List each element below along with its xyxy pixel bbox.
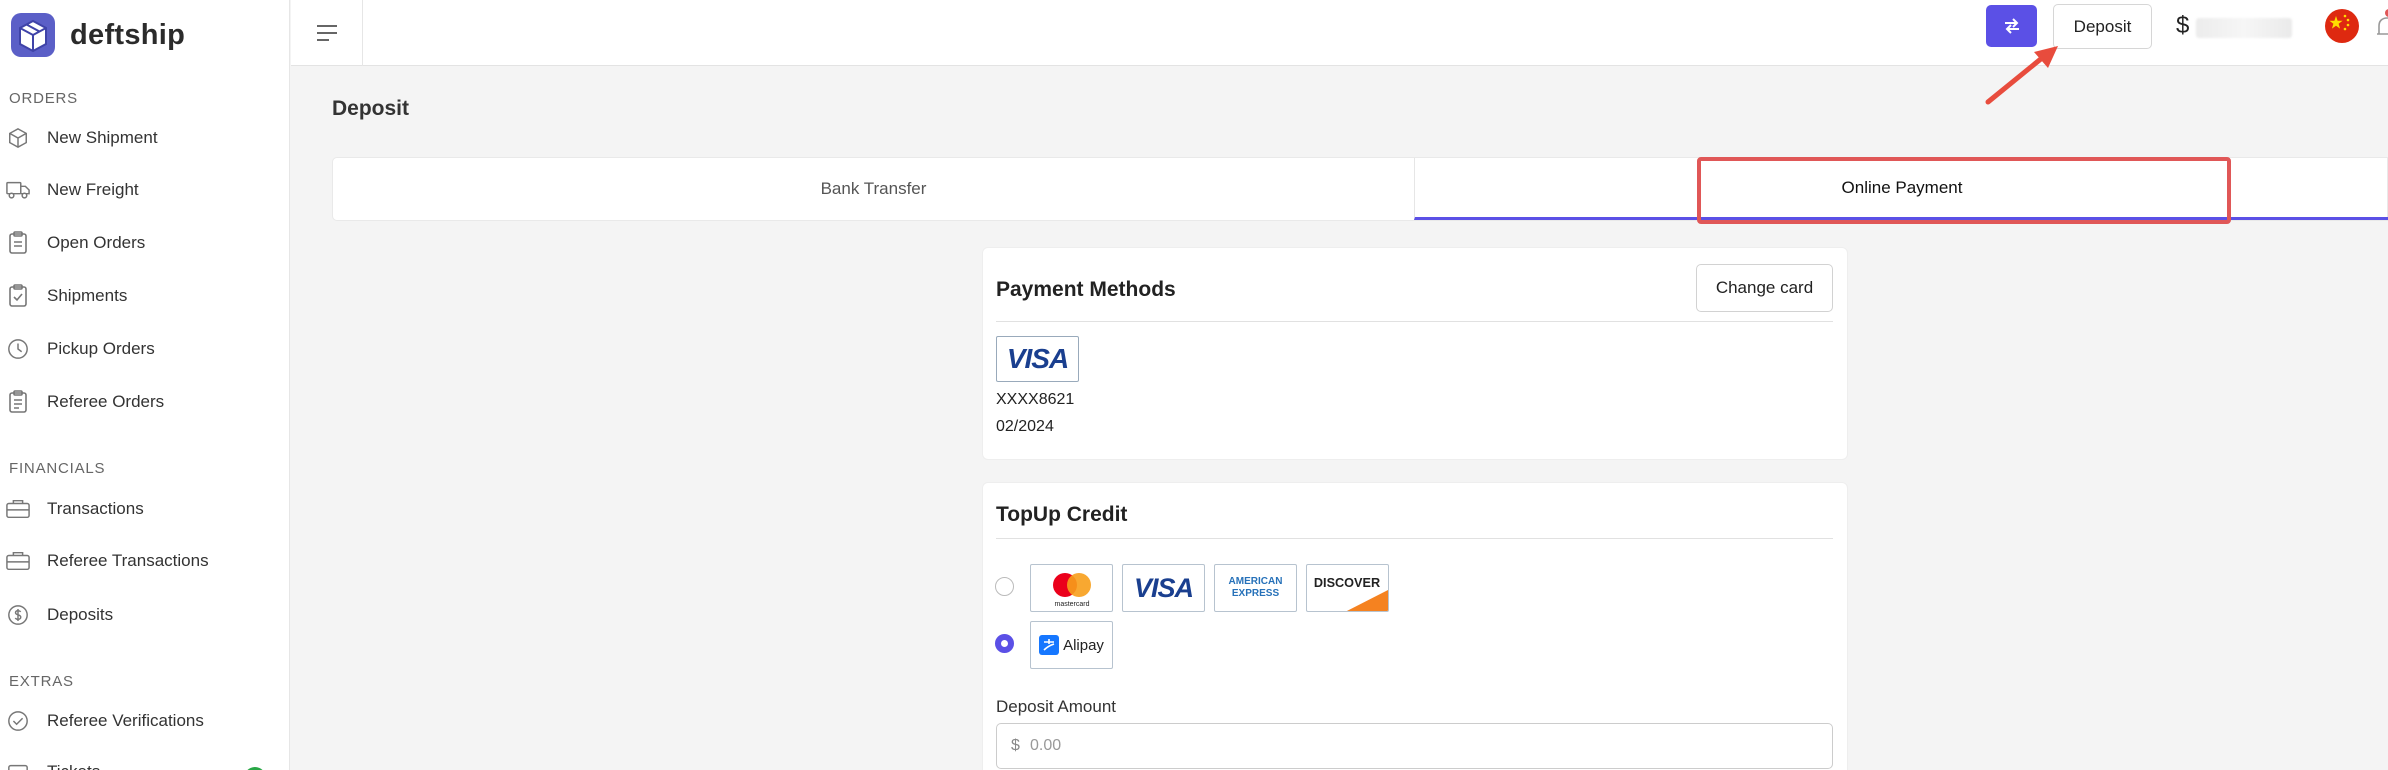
visa-logo-text: VISA bbox=[1133, 572, 1194, 603]
clipboard-icon bbox=[6, 231, 30, 255]
topup-credit-card: TopUp Credit mastercard VISA AMERICAN EX… bbox=[982, 482, 1848, 770]
sidebar-item-pickup-orders[interactable]: Pickup Orders bbox=[6, 329, 276, 369]
annotation-arrow bbox=[1985, 46, 2058, 105]
sidebar-item-transactions[interactable]: Transactions bbox=[6, 489, 276, 529]
card-number: XXXX8621 bbox=[996, 391, 1075, 408]
topbar: Deposit $ bbox=[291, 0, 2388, 66]
sidebar-item-referee-verifications[interactable]: Referee Verifications bbox=[6, 701, 276, 741]
section-title-orders: ORDERS bbox=[9, 90, 78, 107]
sidebar-item-new-shipment[interactable]: New Shipment bbox=[6, 118, 276, 158]
sidebar-item-label: Transactions bbox=[47, 499, 144, 518]
payment-methods-title: Payment Methods bbox=[996, 278, 1176, 301]
alipay-icon bbox=[1039, 635, 1060, 655]
bell-icon[interactable] bbox=[2375, 8, 2388, 42]
topup-credit-title: TopUp Credit bbox=[996, 503, 1128, 526]
change-card-button[interactable]: Change card bbox=[1696, 264, 1833, 312]
section-title-extras: EXTRAS bbox=[9, 673, 74, 690]
divider bbox=[996, 538, 1833, 539]
sidebar-item-label: New Freight bbox=[47, 180, 139, 199]
menu-toggle-button[interactable] bbox=[291, 0, 363, 66]
sidebar-item-label: Shipments bbox=[47, 286, 128, 305]
truck-icon bbox=[6, 178, 30, 202]
mastercard-text: mastercard bbox=[1054, 601, 1089, 608]
amex-logo-text-line2: EXPRESS bbox=[1231, 588, 1280, 599]
alipay-logo-text: Alipay bbox=[1063, 636, 1104, 654]
alipay-radio[interactable] bbox=[995, 634, 1014, 653]
american-express-logo: AMERICAN EXPRESS bbox=[1214, 564, 1297, 612]
clipboard-check-icon bbox=[6, 284, 30, 308]
sidebar: deftship ORDERS New Shipment New Freight… bbox=[0, 0, 290, 770]
balance-amount-redacted bbox=[2196, 18, 2292, 38]
mastercard-logo: mastercard bbox=[1030, 564, 1113, 612]
visa-logo-text: VISA bbox=[1006, 343, 1069, 374]
discover-logo: DISCOVER bbox=[1306, 564, 1389, 612]
check-circle-icon bbox=[6, 709, 30, 733]
sidebar-item-deposits[interactable]: Deposits bbox=[6, 595, 276, 635]
sidebar-item-new-freight[interactable]: New Freight bbox=[6, 170, 276, 210]
amount-currency-prefix: $ bbox=[1011, 737, 1020, 754]
alipay-logo: Alipay bbox=[1030, 621, 1113, 669]
china-flag-icon[interactable] bbox=[2325, 9, 2359, 43]
discover-text: DISCOVER bbox=[1314, 576, 1380, 590]
card-expiry: 02/2024 bbox=[996, 418, 1054, 435]
swap-arrows-icon bbox=[2004, 18, 2019, 34]
sidebar-item-label: Referee Verifications bbox=[47, 711, 204, 730]
page-title: Deposit bbox=[332, 97, 410, 120]
divider bbox=[996, 321, 1833, 322]
sidebar-item-open-orders[interactable]: Open Orders bbox=[6, 223, 276, 263]
brand-name: deftship bbox=[70, 18, 186, 51]
deposit-amount-label: Deposit Amount bbox=[996, 697, 1117, 716]
tab-bank-transfer[interactable]: Bank Transfer bbox=[333, 158, 1414, 220]
amex-logo-text-line1: AMERICAN bbox=[1228, 576, 1283, 587]
sidebar-item-label: New Shipment bbox=[47, 128, 158, 147]
sidebar-item-label: Pickup Orders bbox=[47, 339, 155, 358]
discover-icon: DISCOVER bbox=[1314, 576, 1388, 611]
sidebar-item-shipments[interactable]: Shipments bbox=[6, 276, 276, 316]
balance-currency-symbol: $ bbox=[2176, 12, 2190, 39]
sidebar-item-label: Referee Orders bbox=[47, 392, 165, 411]
deftship-logo-icon bbox=[11, 13, 55, 57]
hamburger-menu-icon bbox=[316, 25, 337, 41]
deposit-method-tabs: Bank Transfer Online Payment bbox=[332, 157, 2388, 221]
visa-card-logo: VISA bbox=[996, 336, 1079, 382]
clipboard-list-icon bbox=[6, 390, 30, 414]
payment-methods-card: Payment Methods Change card VISA XXXX862… bbox=[982, 247, 1848, 460]
wallet-icon bbox=[6, 497, 30, 521]
sidebar-item-label: Referee Transactions bbox=[47, 551, 209, 570]
sidebar-item-label: Deposits bbox=[47, 605, 114, 624]
sidebar-item-tickets[interactable]: Tickets bbox=[6, 752, 276, 770]
tab-online-payment[interactable]: Online Payment bbox=[1414, 158, 2388, 220]
clock-icon bbox=[6, 337, 30, 361]
deposit-amount-field[interactable]: $ bbox=[996, 723, 1833, 769]
sidebar-item-label: Tickets bbox=[47, 762, 100, 770]
box-icon bbox=[6, 126, 30, 150]
ticket-icon bbox=[6, 760, 30, 770]
card-payment-radio[interactable] bbox=[995, 577, 1014, 596]
dollar-circle-icon bbox=[6, 603, 30, 627]
section-title-financials: FINANCIALS bbox=[9, 460, 106, 477]
wallet-icon bbox=[6, 549, 30, 573]
deposit-amount-input[interactable] bbox=[1030, 725, 1820, 767]
sidebar-item-referee-transactions[interactable]: Referee Transactions bbox=[6, 541, 276, 581]
sidebar-item-referee-orders[interactable]: Referee Orders bbox=[6, 382, 276, 422]
sidebar-item-label: Open Orders bbox=[47, 233, 146, 252]
mastercard-icon: mastercard bbox=[1052, 573, 1091, 608]
visa-logo: VISA bbox=[1122, 564, 1205, 612]
brand[interactable]: deftship bbox=[8, 10, 185, 60]
